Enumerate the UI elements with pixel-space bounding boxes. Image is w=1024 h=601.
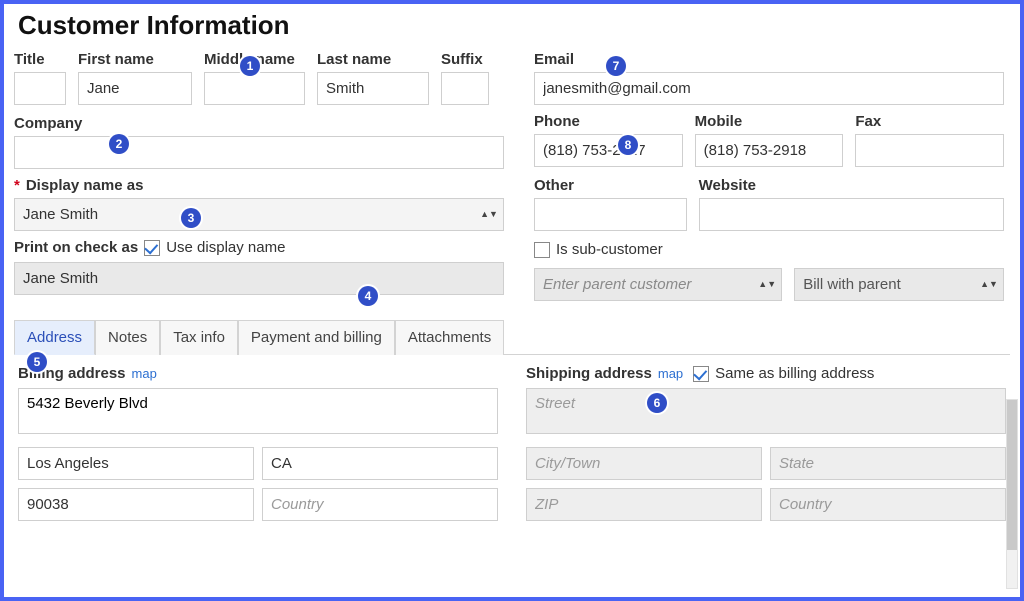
address-panel: Billing address map Shipping address map… <box>14 355 1010 529</box>
subcustomer-checkbox[interactable] <box>534 242 550 258</box>
shipping-city[interactable] <box>526 447 762 480</box>
displayname-value: Jane Smith <box>23 206 98 223</box>
email-input[interactable] <box>534 72 1004 105</box>
annotation-badge-2: 2 <box>109 134 129 154</box>
use-displayname-checkbox[interactable] <box>144 240 160 256</box>
bill-with-value: Bill with parent <box>803 276 901 293</box>
lastname-label: Last name <box>317 51 429 68</box>
other-input[interactable] <box>534 198 687 231</box>
use-displayname-label: Use display name <box>166 239 285 256</box>
fax-label: Fax <box>855 113 1004 130</box>
annotation-badge-4: 4 <box>358 286 378 306</box>
billing-country[interactable] <box>262 488 498 521</box>
bill-with-select[interactable]: Bill with parent ▲▼ <box>794 268 1004 301</box>
right-column: Email Phone Mobile Fax Ot <box>534 51 1004 311</box>
displayname-select[interactable]: Jane Smith ▲▼ <box>14 198 504 231</box>
lastname-input[interactable] <box>317 72 429 105</box>
shipping-address: Shipping address map Same as billing add… <box>526 365 1006 529</box>
chevron-sort-icon: ▲▼ <box>761 281 773 288</box>
detail-tabs: Address Notes Tax info Payment and billi… <box>14 319 1010 355</box>
scrollbar-thumb[interactable] <box>1007 400 1017 550</box>
other-label: Other <box>534 177 687 194</box>
company-label: Company <box>14 115 504 132</box>
form-columns: Title First name Middle name Last name S… <box>14 51 1010 311</box>
annotation-badge-5: 5 <box>27 352 47 372</box>
shipping-state[interactable] <box>770 447 1006 480</box>
billing-zip[interactable] <box>18 488 254 521</box>
subcustomer-label: Is sub-customer <box>556 241 663 258</box>
billing-city[interactable] <box>18 447 254 480</box>
shipping-label: Shipping address <box>526 365 652 382</box>
email-label: Email <box>534 51 1004 68</box>
tab-tax-info[interactable]: Tax info <box>160 320 238 355</box>
billing-address: Billing address map <box>18 365 498 529</box>
customer-info-form: Customer Information Title First name Mi… <box>0 0 1024 601</box>
chevron-sort-icon: ▲▼ <box>483 211 495 218</box>
company-input[interactable] <box>14 136 504 169</box>
annotation-badge-6: 6 <box>647 393 667 413</box>
annotation-badge-8: 8 <box>618 135 638 155</box>
same-as-billing-label: Same as billing address <box>715 365 874 382</box>
scrollbar[interactable] <box>1006 399 1018 589</box>
chevron-sort-icon: ▲▼ <box>983 281 995 288</box>
tab-address[interactable]: Address <box>14 320 95 355</box>
parent-customer-placeholder: Enter parent customer <box>543 276 691 293</box>
annotation-badge-7: 7 <box>606 56 626 76</box>
shipping-country[interactable] <box>770 488 1006 521</box>
website-label: Website <box>699 177 1004 194</box>
annotation-badge-3: 3 <box>181 208 201 228</box>
printcheck-label: Print on check as <box>14 239 138 256</box>
phone-label: Phone <box>534 113 683 130</box>
website-input[interactable] <box>699 198 1004 231</box>
suffix-label: Suffix <box>441 51 489 68</box>
printcheck-input[interactable] <box>14 262 504 295</box>
billing-map-link[interactable]: map <box>132 366 157 381</box>
displayname-label: Display name as <box>14 177 504 194</box>
same-as-billing-checkbox[interactable] <box>693 366 709 382</box>
mobile-input[interactable] <box>695 134 844 167</box>
middlename-input[interactable] <box>204 72 305 105</box>
tab-payment-billing[interactable]: Payment and billing <box>238 320 395 355</box>
tab-attachments[interactable]: Attachments <box>395 320 504 355</box>
annotation-badge-1: 1 <box>240 56 260 76</box>
left-column: Title First name Middle name Last name S… <box>14 51 504 311</box>
name-row: Title First name Middle name Last name S… <box>14 51 504 105</box>
firstname-label: First name <box>78 51 192 68</box>
shipping-map-link[interactable]: map <box>658 366 683 381</box>
fax-input[interactable] <box>855 134 1004 167</box>
shipping-street[interactable] <box>526 388 1006 434</box>
parent-customer-select[interactable]: Enter parent customer ▲▼ <box>534 268 782 301</box>
tab-notes[interactable]: Notes <box>95 320 160 355</box>
shipping-zip[interactable] <box>526 488 762 521</box>
suffix-input[interactable] <box>441 72 489 105</box>
billing-state[interactable] <box>262 447 498 480</box>
title-input[interactable] <box>14 72 66 105</box>
phone-input[interactable] <box>534 134 683 167</box>
billing-street[interactable] <box>18 388 498 434</box>
page-title: Customer Information <box>18 10 1010 41</box>
firstname-input[interactable] <box>78 72 192 105</box>
title-label: Title <box>14 51 66 68</box>
mobile-label: Mobile <box>695 113 844 130</box>
